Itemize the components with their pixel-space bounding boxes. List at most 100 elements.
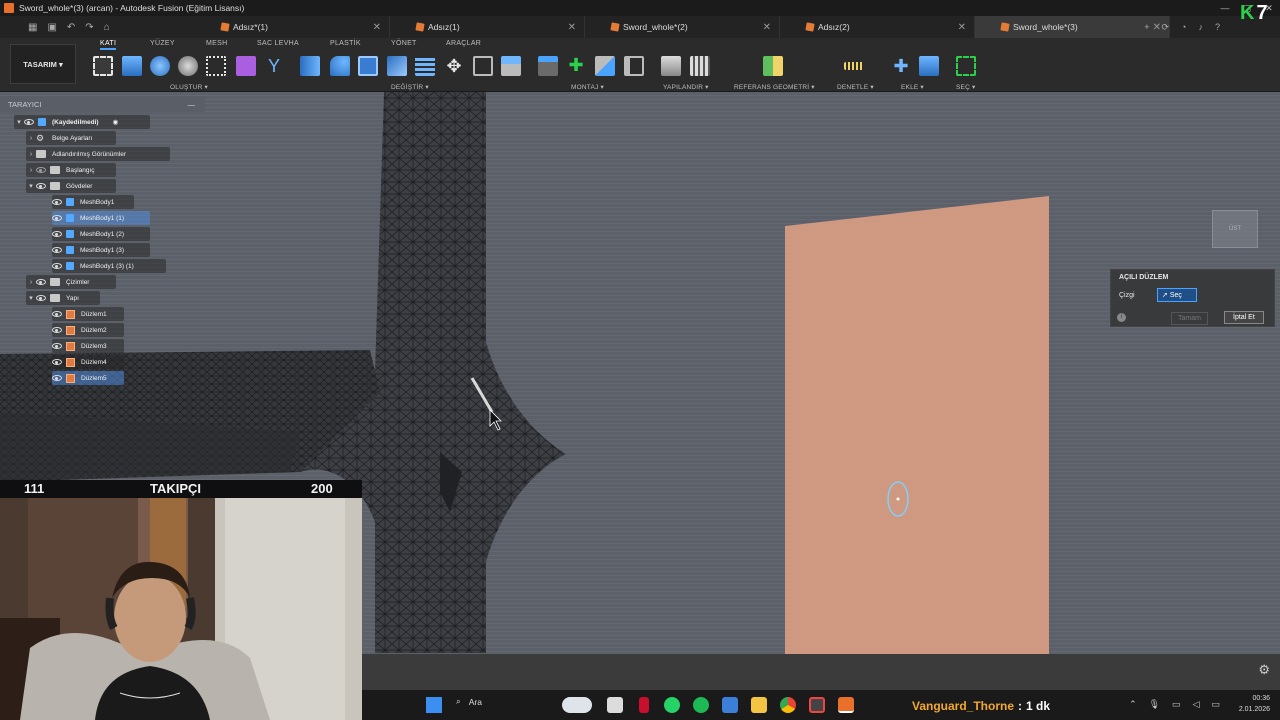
expand-arrow-icon[interactable]: › bbox=[26, 167, 36, 174]
tree-item[interactable]: ▾ Yapı bbox=[26, 291, 100, 305]
minimize-icon[interactable]: — bbox=[1214, 0, 1236, 16]
close-tab-icon[interactable]: ✕ bbox=[373, 22, 381, 33]
network-icon[interactable]: ▭ bbox=[1172, 699, 1181, 710]
line-select-button[interactable]: ➚ Seç bbox=[1157, 288, 1197, 302]
expand-arrow-icon[interactable]: › bbox=[26, 279, 36, 286]
create-sketch-icon[interactable] bbox=[93, 56, 113, 76]
taskbar-search[interactable]: ⌕ Ara bbox=[456, 696, 482, 707]
help-icon[interactable]: ? bbox=[1215, 22, 1220, 32]
eye-icon[interactable] bbox=[52, 343, 62, 349]
close-tab-icon[interactable]: ✕ bbox=[568, 22, 576, 33]
eye-icon[interactable] bbox=[52, 263, 62, 269]
tree-item[interactable]: › ⚙ Belge Ayarları bbox=[26, 131, 116, 145]
group-configure[interactable]: YAPILANDIR ▾ bbox=[663, 83, 709, 91]
parameters-icon[interactable] bbox=[690, 56, 710, 76]
configure-table-icon[interactable] bbox=[661, 56, 681, 76]
group-inspect[interactable]: DENETLE ▾ bbox=[837, 83, 874, 91]
group-create[interactable]: OLUŞTUR ▾ bbox=[170, 83, 208, 91]
eye-icon[interactable] bbox=[52, 375, 62, 381]
tree-item[interactable]: › Çizimler bbox=[26, 275, 116, 289]
notification-icon[interactable]: ♪ bbox=[1198, 22, 1203, 32]
canvas-icon[interactable] bbox=[919, 56, 939, 76]
ribbon-tab-mesh[interactable]: MESH bbox=[206, 40, 227, 47]
eye-icon[interactable] bbox=[24, 119, 34, 125]
pattern-icon[interactable] bbox=[206, 56, 226, 76]
group-assemble[interactable]: MONTAJ ▾ bbox=[571, 83, 604, 91]
combine-icon[interactable] bbox=[387, 56, 407, 76]
ribbon-tab-solid[interactable]: KATI bbox=[100, 40, 117, 50]
joint-origin-icon[interactable] bbox=[624, 56, 644, 76]
new-tab-icon[interactable]: + bbox=[1144, 22, 1149, 32]
extrude-icon[interactable] bbox=[122, 56, 142, 76]
insert-icon[interactable]: ✚ bbox=[891, 56, 911, 76]
radio-icon[interactable]: ◉ bbox=[113, 118, 119, 126]
tree-item[interactable]: Düzlem1 bbox=[52, 307, 124, 321]
tree-item[interactable]: Düzlem2 bbox=[52, 323, 124, 337]
tree-item[interactable]: › Adlandırılmış Görünümler bbox=[26, 147, 170, 161]
eye-icon[interactable] bbox=[52, 359, 62, 365]
expand-arrow-icon[interactable]: › bbox=[26, 135, 36, 142]
settings-gear-icon[interactable]: ⚙ bbox=[1258, 662, 1270, 678]
tree-item[interactable]: Düzlem3 bbox=[52, 339, 124, 353]
expand-arrow-icon[interactable]: › bbox=[26, 151, 36, 158]
eye-icon[interactable] bbox=[52, 247, 62, 253]
doc-tab[interactable]: Adsız*(1) ✕ bbox=[195, 16, 390, 38]
eye-icon[interactable] bbox=[52, 199, 62, 205]
task-view-icon[interactable] bbox=[607, 697, 623, 713]
ribbon-tab-sheet-metal[interactable]: SAC LEVHA bbox=[257, 40, 299, 47]
battery-icon[interactable]: ▭ bbox=[1211, 699, 1220, 710]
fillet-icon[interactable] bbox=[330, 56, 350, 76]
hole-icon[interactable] bbox=[178, 56, 198, 76]
close-tab-icon[interactable]: ✕ bbox=[763, 22, 771, 33]
group-construct[interactable]: REFERANS GEOMETRİ ▾ bbox=[734, 83, 815, 91]
new-component-icon[interactable] bbox=[538, 56, 558, 76]
windows-start-icon[interactable] bbox=[426, 697, 442, 713]
eye-icon[interactable] bbox=[52, 231, 62, 237]
doc-tab-active[interactable]: Sword_whole*(3) ✕ bbox=[975, 16, 1170, 38]
expand-arrow-icon[interactable]: ▾ bbox=[26, 294, 36, 302]
view-cube[interactable]: ÜST bbox=[1212, 210, 1258, 248]
ribbon-tab-surface[interactable]: YÜZEY bbox=[150, 40, 175, 47]
as-built-joint-icon[interactable] bbox=[595, 56, 615, 76]
eye-icon[interactable] bbox=[52, 311, 62, 317]
cancel-button[interactable]: İptal Et bbox=[1224, 311, 1264, 324]
app-icon[interactable] bbox=[809, 697, 825, 713]
mic-icon[interactable]: 🎙 bbox=[1149, 699, 1160, 710]
split-icon[interactable]: Y bbox=[264, 56, 284, 76]
measure-icon[interactable] bbox=[844, 62, 864, 70]
tree-item[interactable]: MeshBody1 bbox=[52, 195, 134, 209]
tree-item[interactable]: ▾ Gövdeler bbox=[26, 179, 116, 193]
eye-icon[interactable] bbox=[36, 295, 46, 301]
spotify-icon[interactable] bbox=[693, 697, 709, 713]
select-icon[interactable] bbox=[956, 56, 976, 76]
joint-icon[interactable]: ✚ bbox=[566, 56, 586, 76]
offset-plane-icon[interactable] bbox=[763, 56, 783, 76]
tree-item[interactable]: MeshBody1 (3) bbox=[52, 243, 150, 257]
eye-icon[interactable] bbox=[36, 183, 46, 189]
tree-root[interactable]: ▾ (Kaydedilmedi) ◉ bbox=[14, 115, 150, 129]
align-icon[interactable] bbox=[473, 56, 493, 76]
jobs-icon[interactable]: ◔ bbox=[1181, 22, 1186, 32]
ribbon-tab-tools[interactable]: ARAÇLAR bbox=[446, 40, 481, 47]
group-select[interactable]: SEÇ ▾ bbox=[956, 83, 975, 91]
move-copy-icon[interactable]: ✥ bbox=[444, 56, 464, 76]
grid-menu-icon[interactable]: ▦ bbox=[28, 22, 37, 33]
group-modify[interactable]: DEĞİŞTİR ▾ bbox=[391, 83, 429, 91]
tray-chevron-icon[interactable]: ⌃ bbox=[1129, 699, 1137, 710]
expand-arrow-icon[interactable]: ▾ bbox=[26, 182, 36, 190]
tree-item[interactable]: MeshBody1 (3) (1) bbox=[52, 259, 166, 273]
chrome-icon[interactable] bbox=[780, 697, 796, 713]
app-red-icon[interactable] bbox=[639, 697, 649, 713]
tree-item[interactable]: › Başlangıç bbox=[26, 163, 116, 177]
undo-icon[interactable]: ↶ bbox=[67, 22, 75, 33]
ok-button[interactable]: Tamam bbox=[1171, 312, 1208, 325]
redo-icon[interactable]: ↷ bbox=[85, 22, 93, 33]
tree-item[interactable]: Düzlem4 bbox=[52, 355, 124, 369]
clock[interactable]: 00:36 2.01.2026 bbox=[1239, 693, 1270, 715]
ribbon-tab-manage[interactable]: YÖNET bbox=[391, 40, 417, 47]
volume-icon[interactable]: ◁ bbox=[1193, 699, 1200, 710]
mail-icon[interactable] bbox=[722, 697, 738, 713]
eye-hidden-icon[interactable] bbox=[36, 167, 46, 173]
tree-item[interactable]: Düzlem5 bbox=[52, 371, 124, 385]
save-icon[interactable]: ▣ bbox=[47, 22, 56, 33]
